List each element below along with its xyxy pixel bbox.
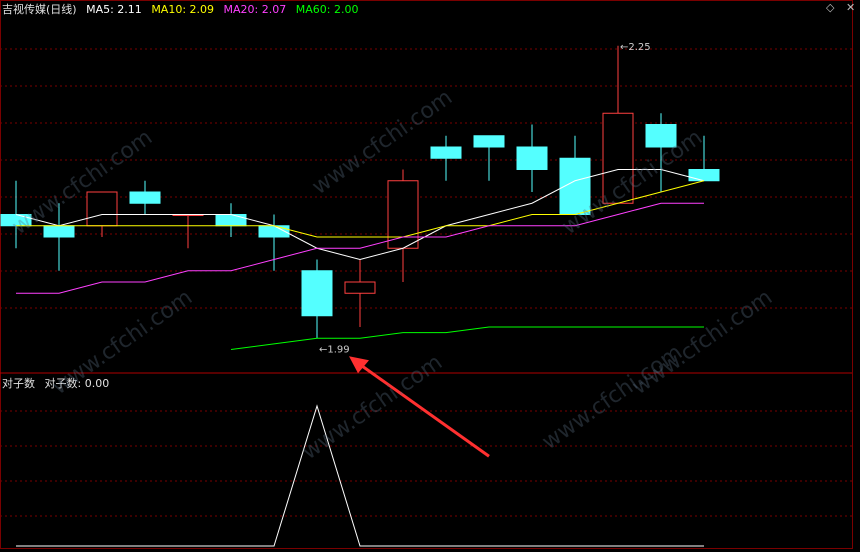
- ma5-label: MA5: 2.11: [86, 3, 142, 16]
- candle-down[interactable]: [430, 146, 462, 159]
- candle-up[interactable]: [387, 180, 419, 249]
- close-icon[interactable]: ✕: [846, 1, 855, 14]
- sub-title: 对子数: [2, 377, 35, 390]
- candle-down[interactable]: [516, 146, 548, 170]
- high-price-label: ←2.25: [620, 42, 651, 53]
- candle-down[interactable]: [645, 124, 677, 148]
- stock-title: 吉视传媒(日线): [2, 3, 77, 16]
- low-price-label: ←1.99: [319, 344, 350, 355]
- sub-header: 对子数 对子数: 0.00: [2, 375, 115, 391]
- candle-up[interactable]: [86, 191, 118, 227]
- candle-down[interactable]: [0, 214, 32, 227]
- main-header: 吉视传媒(日线) MA5: 2.11 MA10: 2.09 MA20: 2.07…: [2, 1, 364, 17]
- candle-down[interactable]: [215, 214, 247, 227]
- ma60-label: MA60: 2.00: [295, 3, 359, 16]
- candle-down[interactable]: [129, 191, 161, 204]
- candle-up[interactable]: [602, 112, 634, 204]
- sub-value-label: 对子数: 0.00: [44, 377, 110, 390]
- candle-down[interactable]: [43, 225, 75, 238]
- diamond-icon[interactable]: ◇: [826, 1, 834, 14]
- candle-down[interactable]: [301, 270, 333, 317]
- stock-chart[interactable]: ←2.25 ←1.99: [0, 0, 860, 552]
- ma10-label: MA10: 2.09: [151, 3, 215, 16]
- candle-down[interactable]: [688, 169, 720, 182]
- ma20-label: MA20: 2.07: [223, 3, 287, 16]
- chart-background: [0, 0, 860, 552]
- candle-down[interactable]: [473, 135, 505, 148]
- candle-up[interactable]: [344, 281, 376, 294]
